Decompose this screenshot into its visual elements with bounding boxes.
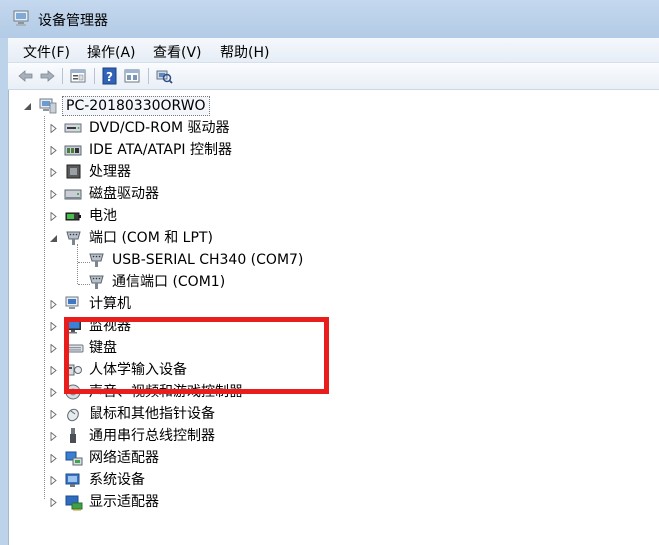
computer-icon	[65, 296, 79, 309]
expand-arrow-icon[interactable]	[49, 300, 58, 309]
expand-arrow-icon[interactable]	[49, 322, 58, 331]
port-icon	[89, 275, 104, 289]
expand-arrow-icon[interactable]	[49, 410, 58, 419]
tree-item-label: 监视器	[89, 318, 131, 334]
tree-root[interactable]: PC-20180330ORWO	[9, 96, 649, 118]
tree-item-label: 电池	[89, 208, 117, 224]
menu-file[interactable]: 文件(F)	[23, 42, 70, 62]
expand-arrow-icon[interactable]	[49, 498, 58, 507]
tree-item-label: 通用串行总线控制器	[89, 428, 215, 444]
hid-icon	[65, 364, 82, 376]
expand-arrow-icon[interactable]	[49, 432, 58, 441]
show-hide-tree-icon[interactable]	[123, 67, 141, 85]
network-adapter-icon	[65, 451, 83, 466]
tree-category[interactable]: 端口 (COM 和 LPT)	[9, 228, 649, 250]
speaker-icon	[65, 384, 81, 400]
menu-view[interactable]: 查看(V)	[153, 42, 202, 62]
scan-hardware-icon[interactable]	[155, 67, 173, 85]
keyboard-icon	[64, 344, 84, 353]
tree-item-label: DVD/CD-ROM 驱动器	[89, 120, 230, 136]
tree-item-label: 鼠标和其他指针设备	[89, 406, 215, 422]
toolbar-separator	[94, 68, 95, 84]
port-icon	[89, 253, 104, 267]
expand-arrow-icon[interactable]	[49, 168, 58, 177]
tree-item-label: 显示适配器	[89, 494, 159, 510]
properties-icon[interactable]	[69, 67, 87, 85]
tree-category[interactable]: 键盘	[9, 338, 649, 360]
expand-arrow-icon[interactable]	[49, 190, 58, 199]
title-bar: 设备管理器	[0, 0, 659, 38]
tree-item-label: 端口 (COM 和 LPT)	[89, 230, 213, 246]
tree-category[interactable]: 显示适配器	[9, 492, 649, 514]
computer-icon	[39, 98, 57, 114]
port-icon	[66, 231, 81, 245]
tree-category[interactable]: 通用串行总线控制器	[9, 426, 649, 448]
ide-controller-icon	[64, 145, 82, 156]
toolbar-separator	[148, 68, 149, 84]
tree-category[interactable]: IDE ATA/ATAPI 控制器	[9, 140, 649, 162]
expand-arrow-icon[interactable]	[49, 124, 58, 133]
device-manager-icon	[13, 10, 29, 26]
tree-category[interactable]: 鼠标和其他指针设备	[9, 404, 649, 426]
tree-category[interactable]: 电池	[9, 206, 649, 228]
collapse-arrow-icon[interactable]	[49, 234, 58, 243]
tree-category[interactable]: 系统设备	[9, 470, 649, 492]
expand-arrow-icon[interactable]	[49, 366, 58, 375]
expand-arrow-icon[interactable]	[49, 388, 58, 397]
menu-help[interactable]: 帮助(H)	[220, 42, 269, 62]
expand-arrow-icon[interactable]	[49, 454, 58, 463]
menu-action[interactable]: 操作(A)	[87, 42, 136, 62]
expand-arrow-icon[interactable]	[49, 476, 58, 485]
tree-category[interactable]: 计算机	[9, 294, 649, 316]
tree-item-label: 计算机	[89, 296, 131, 312]
tree-item-label: 人体学输入设备	[89, 362, 187, 378]
collapse-arrow-icon[interactable]	[23, 102, 32, 111]
tree-category[interactable]: 人体学输入设备	[9, 360, 649, 382]
tree-category[interactable]: 监视器	[9, 316, 649, 338]
tree-item-label: 声音、视频和游戏控制器	[89, 384, 243, 400]
tree-item-label: 系统设备	[89, 472, 145, 488]
expand-arrow-icon[interactable]	[49, 212, 58, 221]
tree-device[interactable]: USB-SERIAL CH340 (COM7)	[9, 250, 649, 272]
dvd-drive-icon	[64, 123, 82, 133]
svg-text:?: ?	[106, 70, 113, 84]
tree-device[interactable]: 通信端口 (COM1)	[9, 272, 649, 294]
computer-name-label: PC-20180330ORWO	[62, 96, 210, 116]
tree-category[interactable]: DVD/CD-ROM 驱动器	[9, 118, 649, 140]
window-title: 设备管理器	[38, 13, 108, 29]
tree-item-label: 磁盘驱动器	[89, 186, 159, 202]
toolbar: ?	[8, 63, 659, 90]
help-icon[interactable]: ?	[101, 67, 119, 85]
back-arrow-icon[interactable]	[17, 67, 35, 85]
menu-bar: 文件(F) 操作(A) 查看(V) 帮助(H)	[8, 38, 659, 63]
tree-category[interactable]: 声音、视频和游戏控制器	[9, 382, 649, 404]
disk-drive-icon	[64, 189, 82, 200]
forward-arrow-icon[interactable]	[38, 67, 56, 85]
battery-icon	[65, 212, 81, 221]
expand-arrow-icon[interactable]	[49, 344, 58, 353]
tree-category[interactable]: 处理器	[9, 162, 649, 184]
tree-item-label: IDE ATA/ATAPI 控制器	[89, 142, 233, 158]
tree-item-label: 通信端口 (COM1)	[112, 274, 226, 290]
display-adapter-icon	[65, 495, 83, 511]
monitor-icon	[65, 319, 81, 334]
tree-item-label: 处理器	[89, 164, 131, 180]
tree-category[interactable]: 磁盘驱动器	[9, 184, 649, 206]
device-tree: PC-20180330ORWO DVD/CD-ROM 驱动器 IDE ATA/AT…	[8, 90, 659, 545]
processor-icon	[66, 164, 81, 179]
system-device-icon	[65, 473, 80, 487]
tree-item-label: USB-SERIAL CH340 (COM7)	[112, 252, 304, 268]
tree-category[interactable]: 网络适配器	[9, 448, 649, 470]
usb-icon	[70, 428, 76, 443]
expand-arrow-icon[interactable]	[49, 146, 58, 155]
mouse-icon	[67, 408, 79, 422]
toolbar-separator	[62, 68, 63, 84]
tree-item-label: 键盘	[89, 340, 117, 356]
tree-item-label: 网络适配器	[89, 450, 159, 466]
